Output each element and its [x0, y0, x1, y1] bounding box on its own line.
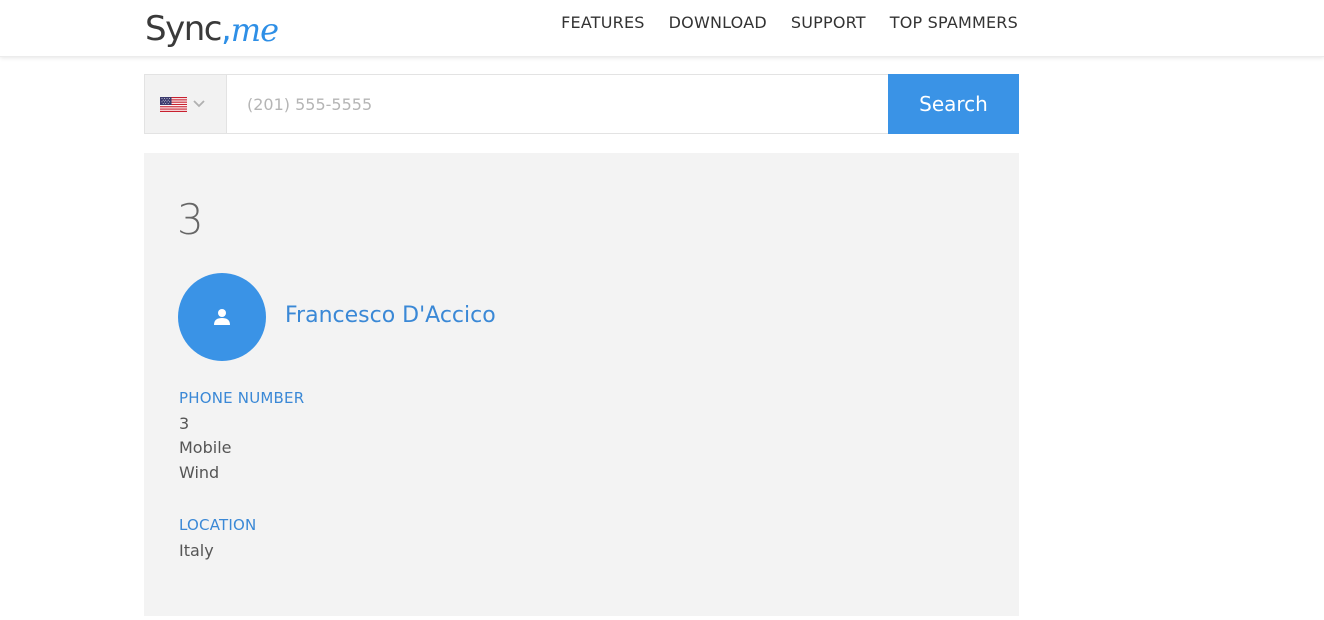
- contact-name[interactable]: Francesco D'Accico: [285, 303, 496, 328]
- syncme-logo[interactable]: Sync, me: [145, 0, 279, 49]
- phone-search-bar: Search: [144, 74, 1019, 134]
- user-icon: [214, 309, 230, 325]
- location-label: LOCATION: [179, 516, 257, 534]
- site-header: Sync, me FEATURES DOWNLOAD SUPPORT TOP SP…: [0, 0, 1324, 57]
- result-title-number: 3: [177, 195, 204, 244]
- avatar: [178, 273, 266, 361]
- nav-item-download[interactable]: DOWNLOAD: [669, 13, 767, 32]
- search-button[interactable]: Search: [888, 74, 1019, 134]
- logo-me-text: me: [230, 11, 279, 49]
- location-value: Italy: [179, 541, 214, 560]
- chevron-down-icon: [193, 100, 205, 108]
- phone-carrier-value: Wind: [179, 463, 220, 482]
- country-select[interactable]: [145, 75, 227, 133]
- logo-sync-text: Sync: [145, 9, 222, 49]
- nav-item-features[interactable]: FEATURES: [561, 13, 644, 32]
- nav-item-support[interactable]: SUPPORT: [791, 13, 866, 32]
- phone-number-label: PHONE NUMBER: [179, 389, 305, 407]
- phone-number-input[interactable]: [227, 75, 888, 133]
- main-nav: FEATURES DOWNLOAD SUPPORT TOP SPAMMERS: [561, 13, 1018, 32]
- nav-item-top-spammers[interactable]: TOP SPAMMERS: [890, 13, 1018, 32]
- result-card: 3 Francesco D'Accico PHONE NUMBER 3 Mobi…: [144, 153, 1019, 616]
- phone-type-value: Mobile: [179, 438, 232, 457]
- us-flag-icon: [160, 96, 187, 112]
- logo-comma-text: ,: [220, 9, 232, 49]
- phone-number-value: 3: [179, 414, 190, 433]
